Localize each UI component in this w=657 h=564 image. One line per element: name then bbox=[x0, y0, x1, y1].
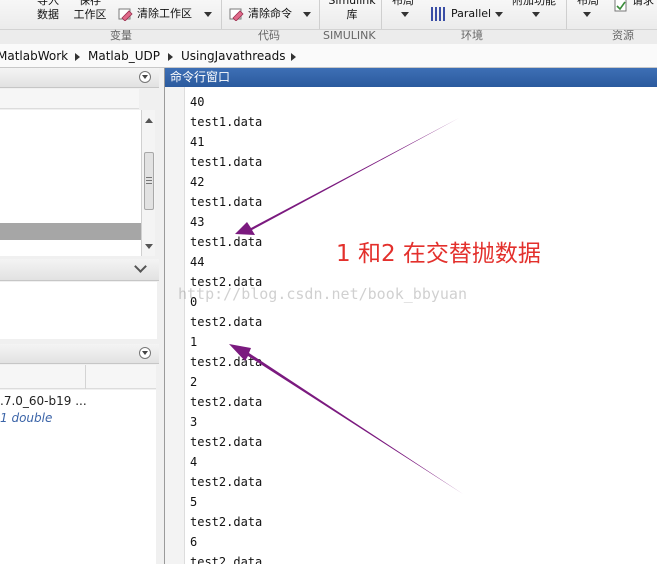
breadcrumb-arrow-icon[interactable] bbox=[291, 53, 296, 61]
save-workspace-label-bottom: 工作区 bbox=[73, 8, 107, 21]
layout-label: 布局 bbox=[392, 0, 414, 7]
workspace-value: 1 double bbox=[0, 411, 53, 425]
breadcrumb-matlab-udp[interactable]: Matlab_UDP bbox=[88, 49, 160, 63]
import-data-label-top: 导入 bbox=[37, 0, 59, 7]
selected-file-row[interactable] bbox=[0, 223, 141, 240]
section-label-environment: 环境 bbox=[461, 29, 483, 42]
command-window-title: 命令行窗口 bbox=[165, 68, 657, 87]
command-window-gutter bbox=[165, 87, 185, 564]
workspace-header bbox=[0, 344, 159, 364]
output-line: test1.data bbox=[190, 155, 263, 169]
output-line: test1.data bbox=[190, 195, 263, 209]
parallel-icon bbox=[431, 7, 446, 21]
simulink-label-bottom: 库 bbox=[346, 8, 358, 21]
details-area bbox=[0, 282, 157, 339]
chevron-down-icon[interactable] bbox=[134, 260, 147, 273]
breadcrumb-arrow-icon[interactable] bbox=[75, 53, 80, 61]
output-line: test2.data bbox=[190, 475, 263, 489]
resources-layout-dropdown-icon[interactable] bbox=[583, 12, 591, 17]
output-line: test2.data bbox=[190, 395, 263, 409]
output-line: test1.data bbox=[190, 235, 263, 249]
section-label-simulink: SIMULINK bbox=[323, 29, 376, 42]
parallel-dropdown-icon[interactable] bbox=[495, 12, 503, 17]
output-line: 1 bbox=[190, 335, 198, 349]
scroll-down-icon[interactable] bbox=[145, 244, 153, 249]
save-workspace-label-top: 保存 bbox=[79, 0, 101, 7]
layout-dropdown-icon[interactable] bbox=[401, 12, 409, 17]
scroll-up-icon[interactable] bbox=[145, 118, 153, 123]
add-ons-dropdown-icon[interactable] bbox=[532, 12, 540, 17]
output-line: 40 bbox=[190, 95, 205, 109]
details-header[interactable] bbox=[0, 259, 159, 281]
output-line: 42 bbox=[190, 175, 205, 189]
clear-workspace-label: 清除工作区 bbox=[137, 7, 192, 20]
breadcrumb-usingjavathreads[interactable]: UsingJavathreads bbox=[181, 49, 286, 63]
workspace-value: .7.0_60-b19 ... bbox=[0, 394, 87, 408]
output-line: test2.data bbox=[190, 355, 263, 369]
eraser-icon bbox=[118, 8, 133, 21]
output-line: 43 bbox=[190, 215, 205, 229]
output-line: 5 bbox=[190, 495, 198, 509]
request-label: 请求 bbox=[632, 0, 654, 7]
panel-actions-icon[interactable] bbox=[139, 71, 151, 83]
output-line: 44 bbox=[190, 255, 205, 269]
add-ons-label: 附加功能 bbox=[512, 0, 556, 7]
output-line: test2.data bbox=[190, 435, 263, 449]
clear-commands-label: 清除命令 bbox=[248, 7, 292, 20]
request-icon bbox=[614, 0, 627, 12]
output-line: 6 bbox=[190, 535, 198, 549]
import-data-label-bottom: 数据 bbox=[37, 8, 59, 21]
workspace-column-header bbox=[0, 365, 156, 389]
breadcrumb-arrow-icon[interactable] bbox=[168, 53, 173, 61]
current-folder-header bbox=[0, 68, 159, 88]
current-folder-column-header bbox=[0, 89, 139, 109]
panel-actions-icon[interactable] bbox=[139, 347, 151, 359]
output-line: test2.data bbox=[190, 515, 263, 529]
eraser-icon bbox=[229, 8, 244, 21]
annotation-text: 1 和2 在交替抛数据 bbox=[336, 241, 541, 267]
output-line: 4 bbox=[190, 455, 198, 469]
clear-workspace-dropdown-icon[interactable] bbox=[204, 12, 212, 17]
output-line: test1.data bbox=[190, 115, 263, 129]
address-bar[interactable]: MatlabWork Matlab_UDP UsingJavathreads bbox=[0, 44, 657, 68]
output-line: 41 bbox=[190, 135, 205, 149]
left-panels: .7.0_60-b19 ... 1 double bbox=[0, 68, 159, 564]
breadcrumb-matlabwork[interactable]: MatlabWork bbox=[0, 49, 68, 63]
toolstrip: 导入 数据 保存 工作区 清除工作区 清除命令 Simulink 库 布局 Pa… bbox=[0, 0, 657, 44]
import-data-button[interactable]: 导入 数据 bbox=[33, 0, 63, 22]
workspace-list[interactable]: .7.0_60-b19 ... 1 double bbox=[0, 390, 156, 564]
output-line: test2.data bbox=[190, 315, 263, 329]
output-line: 2 bbox=[190, 375, 198, 389]
parallel-label: Parallel bbox=[451, 7, 492, 20]
save-workspace-button[interactable]: 保存 工作区 bbox=[72, 0, 108, 22]
section-label-code: 代码 bbox=[258, 29, 280, 42]
resources-layout-label: 布局 bbox=[577, 0, 599, 7]
section-label-variable: 变量 bbox=[110, 29, 132, 42]
section-label-resources: 资源 bbox=[612, 29, 634, 42]
simulink-library-button[interactable]: Simulink 库 bbox=[327, 0, 377, 22]
folder-scrollbar[interactable] bbox=[141, 110, 155, 256]
watermark: http://blog.csdn.net/book_bbyuan bbox=[178, 285, 467, 303]
clear-commands-dropdown-icon[interactable] bbox=[303, 12, 311, 17]
output-line: test2.data bbox=[190, 555, 263, 564]
scroll-thumb[interactable] bbox=[144, 152, 154, 210]
simulink-label-top: Simulink bbox=[328, 0, 376, 7]
output-line: 3 bbox=[190, 415, 198, 429]
